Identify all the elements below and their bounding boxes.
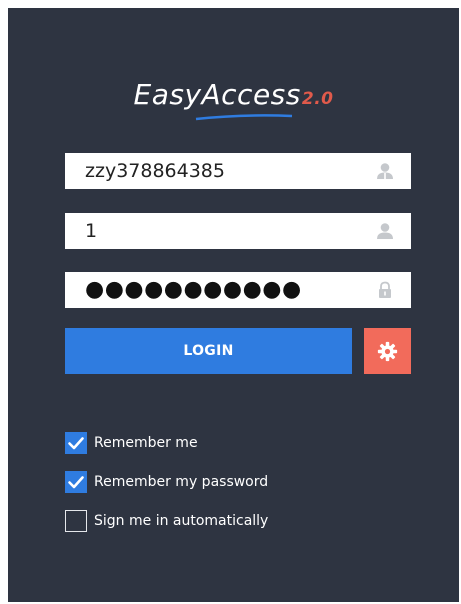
user-icon [377, 163, 393, 179]
settings-button[interactable] [364, 328, 411, 374]
remember-password-label: Remember my password [94, 474, 269, 490]
user-icon [377, 223, 393, 239]
gear-icon [377, 341, 398, 362]
auto-sign-in-checkbox[interactable] [65, 510, 87, 532]
username-input[interactable] [65, 153, 355, 189]
code-field[interactable] [65, 213, 411, 249]
login-button[interactable]: LOGIN [65, 328, 352, 374]
code-input[interactable] [65, 213, 355, 249]
lock-icon [379, 281, 391, 298]
check-icon [68, 476, 84, 489]
logo-text: EasyAccess [133, 78, 301, 111]
password-field[interactable]: ●●●●●●●●●●● [65, 272, 411, 308]
check-icon [68, 437, 84, 450]
username-field[interactable] [65, 153, 411, 189]
auto-sign-in-label: Sign me in automatically [94, 513, 269, 529]
remember-me-label: Remember me [94, 435, 198, 451]
app-logo: EasyAccess2.0 [8, 78, 459, 124]
remember-me-checkbox[interactable] [65, 432, 87, 454]
logo-swoosh [195, 114, 292, 121]
remember-password-checkbox[interactable] [65, 471, 87, 493]
password-value[interactable]: ●●●●●●●●●●● [85, 272, 302, 308]
logo-version: 2.0 [301, 89, 334, 109]
login-panel: EasyAccess2.0 ●●●●●●●●●●● LOGIN [8, 8, 459, 602]
